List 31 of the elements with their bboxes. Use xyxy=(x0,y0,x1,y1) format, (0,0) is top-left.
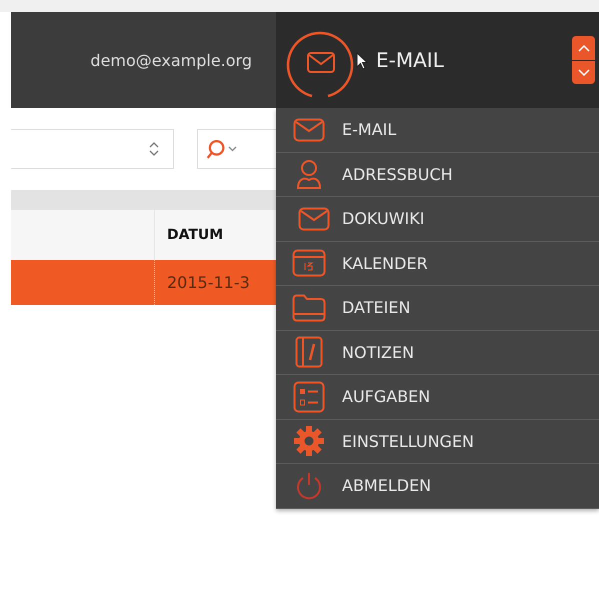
menu-item[interactable]: ADRESSBUCH xyxy=(276,152,599,197)
menu-item[interactable]: DATEIEN xyxy=(276,286,599,330)
menu-item[interactable]: KALENDER xyxy=(276,242,599,286)
checklist-icon xyxy=(293,380,325,413)
menu-item[interactable]: EINSTELLUNGEN xyxy=(276,420,599,464)
envelope-icon xyxy=(293,118,325,142)
chevron-down-icon xyxy=(578,68,590,76)
select-field[interactable] xyxy=(11,129,174,169)
up-down-chevron-icon xyxy=(149,141,160,157)
calendar-icon xyxy=(292,249,326,278)
caret-icon xyxy=(228,146,238,152)
search-button[interactable] xyxy=(197,129,276,169)
user-email: demo@example.org xyxy=(90,50,252,70)
folder-icon xyxy=(292,294,326,322)
cursor-icon xyxy=(356,52,368,70)
table-cell: 2015-11-3 xyxy=(167,273,250,292)
current-app-title: E-MAIL xyxy=(376,48,444,72)
settings-icon xyxy=(293,425,325,458)
search-icon xyxy=(206,140,226,158)
menu-item[interactable]: NOTIZEN xyxy=(276,330,599,375)
envelope-icon xyxy=(298,206,330,231)
menu-item[interactable]: AUFGABEN xyxy=(276,375,599,420)
menu-item[interactable]: DOKUWIKI xyxy=(276,197,599,242)
scroll-down-button[interactable] xyxy=(572,60,595,84)
menu-item[interactable]: ABMELDEN xyxy=(276,464,599,508)
scroll-up-button[interactable] xyxy=(572,36,595,60)
power-icon xyxy=(295,470,323,501)
notepad-icon xyxy=(295,336,323,368)
menu-item[interactable]: E-MAIL xyxy=(276,108,599,152)
chevron-up-icon xyxy=(578,44,590,52)
person-icon xyxy=(296,159,322,190)
